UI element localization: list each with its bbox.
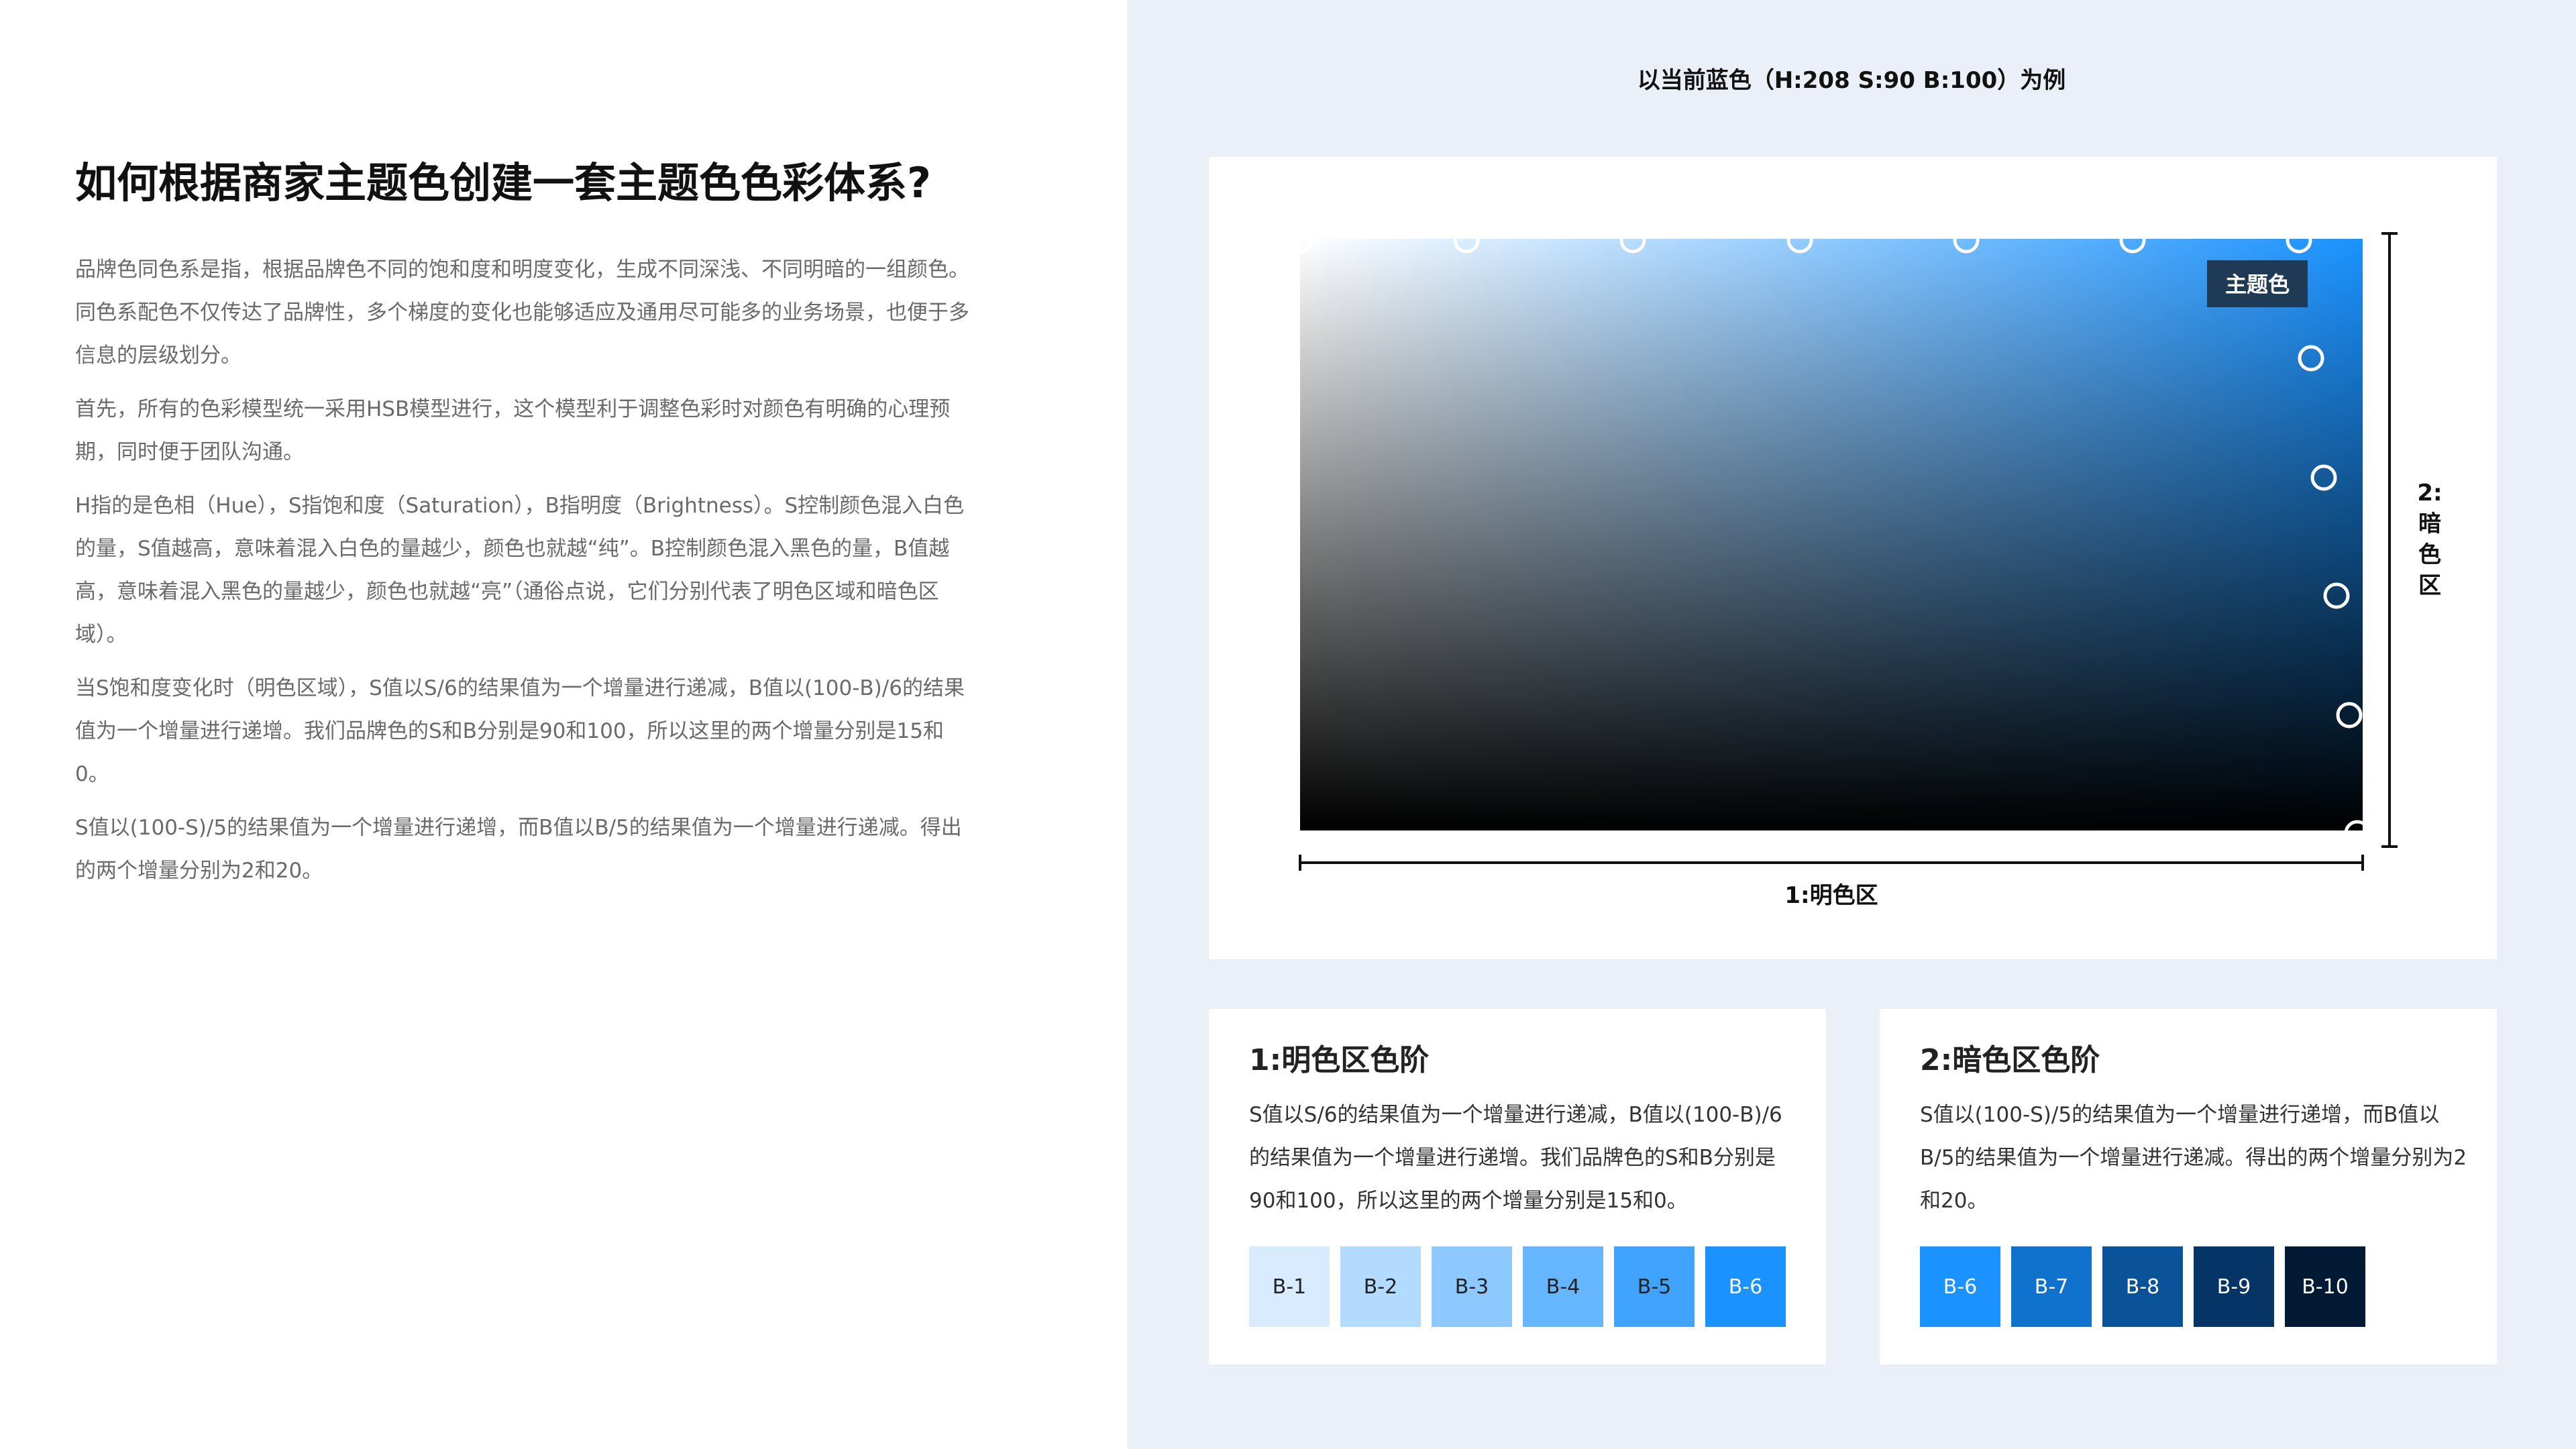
- dark-swatch-b-7: B-7: [2011, 1246, 2092, 1327]
- dark-zone-label-4: 区: [2418, 572, 2441, 599]
- dark-swatch-b-6: B-6: [1920, 1246, 2000, 1327]
- light-zone-card: 1:明色区色阶 S值以S/6的结果值为一个增量进行递减，B值以(100-B)/6…: [1209, 1009, 1826, 1364]
- dark-swatch-b-10: B-10: [2285, 1246, 2365, 1327]
- dark-zone-card-title: 2:暗色区色阶: [1920, 1043, 2100, 1077]
- dark-zone-label-2: 暗: [2418, 511, 2441, 537]
- dark-zone-card-text: S值以(100-S)/5的结果值为一个增量进行递增，而B值以B/5的结果值为一个…: [1920, 1103, 2467, 1213]
- paragraph-5: S值以(100-S)/5的结果值为一个增量进行递增，而B值以B/5的结果值为一个…: [75, 816, 962, 883]
- theme-color-label: 主题色: [2225, 272, 2290, 297]
- light-swatch-b-6: B-6: [1705, 1246, 1786, 1327]
- light-swatch-b-3: B-3: [1432, 1246, 1512, 1327]
- light-zone-label: 1:明色区: [1784, 882, 1878, 909]
- light-swatch-b-2: B-2: [1340, 1246, 1421, 1327]
- light-swatch-b-5: B-5: [1614, 1246, 1695, 1327]
- dark-zone-label-1: 2:: [2417, 480, 2442, 506]
- light-swatch-row: B-1 B-2 B-3 B-4 B-5 B-6: [1249, 1246, 1796, 1327]
- light-zone-card-title: 1:明色区色阶: [1249, 1043, 1430, 1077]
- hsb-diagram-card: 1:明色区 2: 暗 色 区 主题色: [1209, 157, 2497, 959]
- paragraph-4: 当S饱和度变化时（明色区域），S值以S/6的结果值为一个增量进行递减，B值以(1…: [75, 676, 965, 786]
- dark-zone-card: 2:暗色区色阶 S值以(100-S)/5的结果值为一个增量进行递增，而B值以B/…: [1880, 1009, 2497, 1364]
- dark-swatch-b-9: B-9: [2194, 1246, 2274, 1327]
- intro-paragraphs: 品牌色同色系是指，根据品牌色不同的饱和度和明度变化，生成不同深浅、不同明暗的一组…: [75, 248, 974, 903]
- light-zone-card-text: S值以S/6的结果值为一个增量进行递减，B值以(100-B)/6的结果值为一个增…: [1249, 1103, 1782, 1213]
- page-title: 如何根据商家主题色创建一套主题色色彩体系?: [75, 158, 931, 207]
- paragraph-1: 品牌色同色系是指，根据品牌色不同的饱和度和明度变化，生成不同深浅、不同明暗的一组…: [75, 258, 969, 368]
- dark-zone-label-3: 色: [2418, 541, 2441, 568]
- intro-panel: 如何根据商家主题色创建一套主题色色彩体系? 品牌色同色系是指，根据品牌色不同的饱…: [0, 0, 1127, 1449]
- example-title: 以当前蓝色（H:208 S:90 B:100）为例: [1637, 67, 2066, 94]
- paragraph-2: 首先，所有的色彩模型统一采用HSB模型进行，这个模型利于调整色彩时对颜色有明确的…: [75, 397, 951, 464]
- light-swatch-b-4: B-4: [1523, 1246, 1603, 1327]
- paragraph-3: H指的是色相（Hue），S指饱和度（Saturation），B指明度（Brigh…: [75, 494, 965, 647]
- dark-swatch-row: B-6 B-7 B-8 B-9 B-10: [1920, 1246, 2376, 1327]
- light-swatch-b-1: B-1: [1249, 1246, 1330, 1327]
- hsb-diagram: 1:明色区 2: 暗 色 区 主题色: [1287, 227, 2443, 909]
- hsb-gradient-brightness: [1300, 239, 2363, 830]
- dark-swatch-b-8: B-8: [2102, 1246, 2183, 1327]
